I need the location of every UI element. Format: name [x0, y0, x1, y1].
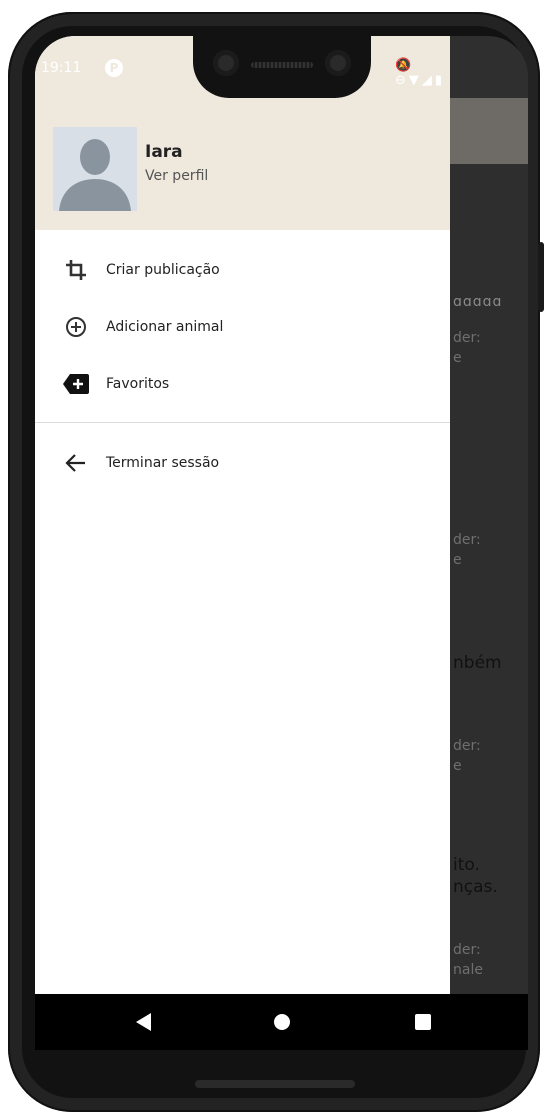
avatar[interactable] — [53, 127, 137, 211]
recents-icon[interactable] — [409, 1008, 437, 1036]
background-text-fragment: der: e — [453, 330, 481, 366]
bottom-speaker-grille — [195, 1080, 355, 1088]
menu-item-add-animal[interactable]: Adicionar animal — [35, 299, 450, 355]
do-not-disturb-icon: ⊖ — [395, 73, 409, 88]
background-text-fragment: der: nale — [453, 942, 483, 978]
home-icon[interactable] — [268, 1008, 296, 1036]
power-button — [538, 242, 544, 312]
menu-item-label: Terminar sessão — [106, 455, 220, 471]
arrow-back-icon — [63, 450, 89, 476]
navigation-drawer: 19:11 P 🔕⊖▼◢▮ Iara Ver perfil Criar publ… — [35, 36, 450, 994]
background-text-fragment: ito. nças. — [453, 855, 498, 897]
background-text-fragment: der: e — [453, 738, 481, 774]
background-text-fragment: der: e — [453, 532, 481, 568]
device-screen: ɑɑɑɑɑ der: e der: e nbém der: e ito. nça… — [35, 36, 528, 1050]
app-notification-icon: P — [105, 59, 123, 77]
earpiece-speaker — [251, 62, 313, 68]
menu-item-create-post[interactable]: Criar publicação — [35, 242, 450, 298]
front-sensor — [325, 50, 351, 76]
menu-item-favorites[interactable]: Favoritos — [35, 356, 450, 412]
camera-notch — [193, 36, 371, 98]
user-name: Iara — [145, 142, 183, 162]
favorite-tag-icon — [63, 371, 89, 397]
background-text-fragment: nbém — [453, 653, 502, 673]
status-icons: 🔕⊖▼◢▮ — [395, 58, 450, 88]
status-time: 19:11 — [41, 60, 82, 76]
back-icon[interactable] — [130, 1008, 158, 1036]
front-camera — [213, 50, 239, 76]
system-nav-bar — [35, 994, 528, 1050]
menu-item-logout[interactable]: Terminar sessão — [35, 435, 450, 491]
view-profile-link[interactable]: Ver perfil — [145, 168, 208, 184]
menu-item-label: Adicionar animal — [106, 319, 224, 335]
battery-icon: ▮ — [434, 73, 446, 88]
menu-item-label: Criar publicação — [106, 262, 220, 278]
menu-item-label: Favoritos — [106, 376, 170, 392]
background-text-fragment: ɑɑɑɑɑ — [453, 294, 503, 310]
crop-icon — [63, 257, 89, 283]
wifi-icon: ▼ — [408, 73, 422, 88]
signal-icon: ◢ — [421, 73, 435, 88]
avatar-silhouette-icon — [59, 139, 131, 211]
add-circle-icon — [63, 314, 89, 340]
notification-off-icon: 🔕 — [395, 58, 415, 73]
menu-divider — [35, 422, 450, 423]
drawer-header[interactable]: Iara Ver perfil — [35, 98, 450, 230]
